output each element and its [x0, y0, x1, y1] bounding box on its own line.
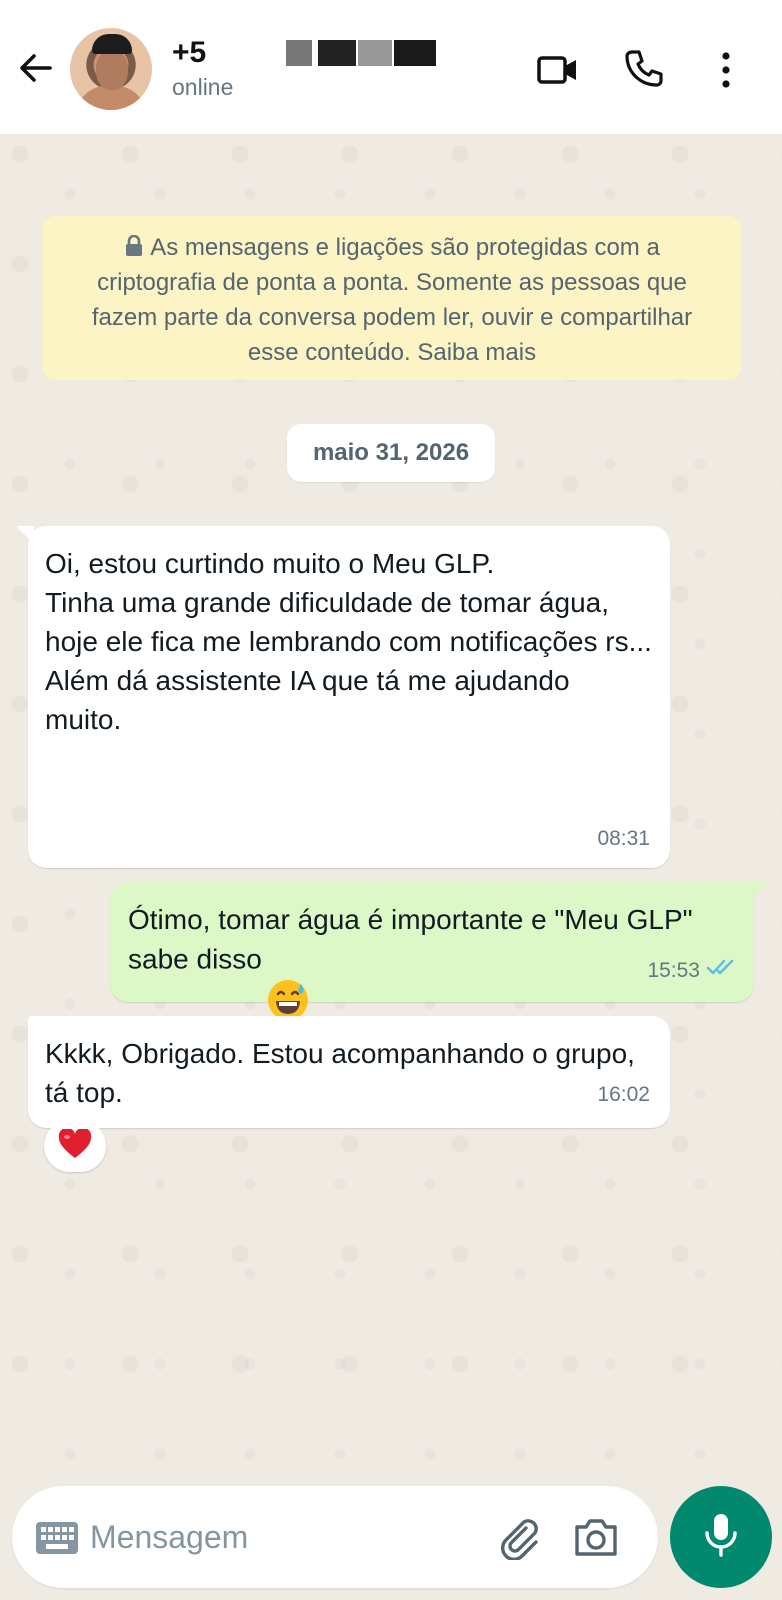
date-chip: maio 31, 2026	[287, 424, 495, 482]
phone-call-icon[interactable]	[622, 48, 666, 92]
message-meta: 15:53	[647, 951, 736, 990]
message-bubble-incoming[interactable]: Kkkk, Obrigado. Estou acompanhando o gru…	[28, 1016, 670, 1128]
message-input[interactable]	[90, 1512, 480, 1562]
grinning-sweat-emoji-icon	[266, 939, 310, 1020]
message-bubble-incoming[interactable]: Oi, estou curtindo muito o Meu GLP. Tinh…	[28, 526, 670, 868]
message-text: Ótimo, tomar água é importante e "Meu GL…	[128, 904, 693, 975]
more-options-icon[interactable]	[714, 48, 738, 92]
voice-record-button[interactable]	[670, 1486, 772, 1588]
reaction-badge[interactable]	[44, 1120, 106, 1172]
contact-name[interactable]: +5	[172, 36, 472, 70]
redaction-block	[394, 40, 436, 66]
redaction-block	[286, 40, 312, 66]
contact-status: online	[172, 74, 234, 100]
message-time: 16:02	[597, 1083, 650, 1106]
keyboard-icon[interactable]	[34, 1518, 80, 1558]
red-heart-icon	[58, 1127, 92, 1164]
avatar[interactable]	[70, 28, 152, 110]
encryption-notice[interactable]: As mensagens e ligações são protegidas c…	[42, 216, 742, 380]
message-text: Oi, estou curtindo muito o Meu GLP. Tinh…	[45, 548, 652, 735]
message-bubble-outgoing[interactable]: Ótimo, tomar água é importante e "Meu GL…	[110, 882, 754, 1020]
paperclip-icon[interactable]	[496, 1514, 542, 1561]
encryption-text: As mensagens e ligações são protegidas c…	[91, 234, 693, 366]
redaction-block	[318, 40, 356, 66]
message-text: Kkkk, Obrigado. Estou acompanhando o gru…	[45, 1038, 635, 1108]
chat-area[interactable]: As mensagens e ligações são protegidas c…	[0, 134, 782, 1464]
read-ticks-icon	[706, 951, 736, 990]
message-composer	[12, 1486, 658, 1588]
camera-icon[interactable]	[572, 1514, 620, 1560]
microphone-icon	[701, 1511, 741, 1564]
video-call-icon[interactable]	[536, 48, 580, 92]
message-time: 15:53	[647, 959, 700, 982]
redaction-block	[358, 40, 392, 66]
message-time: 08:31	[597, 827, 650, 850]
back-arrow-icon[interactable]	[16, 48, 56, 88]
lock-icon	[124, 232, 144, 256]
chat-header: +5 online	[0, 0, 782, 134]
